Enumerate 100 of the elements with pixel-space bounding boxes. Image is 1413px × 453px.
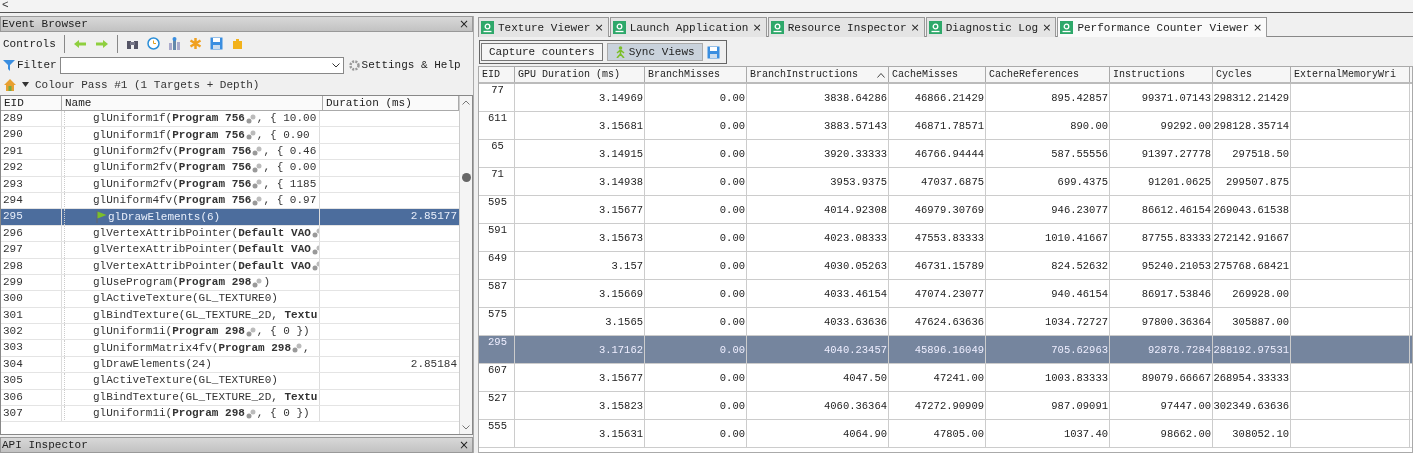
tab[interactable]: Texture Viewer × — [478, 17, 609, 37]
tab[interactable]: Performance Counter Viewer × — [1057, 17, 1268, 37]
column-header[interactable]: GPU Duration (ms) — [515, 67, 645, 82]
close-icon[interactable]: × — [910, 21, 920, 34]
event-row[interactable]: 295 glDrawElements(6) 2.85177 — [1, 209, 459, 226]
table-row[interactable]: 77 3.14969 0.00 3838.64286 46866.21429 895.42857 99371.07143 298312.21429 — [479, 84, 1412, 112]
event-row[interactable]: 293 glUniform2fv(Program 756 , { 1185 — [1, 176, 459, 193]
close-icon[interactable]: × — [1042, 21, 1052, 34]
table-cell: 587 — [488, 280, 507, 292]
event-row[interactable]: 301 glBindTexture(GL_TEXTURE_2D, Textu — [1, 307, 459, 325]
table-row[interactable]: 611 3.15681 0.00 3883.57143 46871.78571 890.00 99292.00 298128.35714 — [479, 112, 1412, 140]
event-name: glVertexAttribPointer(Default VAO — [93, 225, 311, 241]
clock-icon[interactable] — [146, 37, 160, 50]
table-row[interactable]: 595 3.15677 0.00 4014.92308 46979.30769 946.23077 86612.46154 269043.61538 — [479, 196, 1412, 224]
close-icon[interactable]: × — [752, 21, 762, 34]
event-id: 294 — [1, 192, 62, 209]
event-duration: 2.85184 — [410, 357, 457, 370]
table-cell: 47272.90909 — [914, 399, 984, 412]
event-row[interactable]: 305 glActiveTexture(GL_TEXTURE0) — [1, 373, 459, 390]
column-header[interactable]: CacheMisses — [889, 67, 986, 82]
link-icon[interactable] — [252, 162, 263, 173]
chevron-down-icon[interactable] — [331, 62, 343, 68]
table-cell: 0.00 — [719, 175, 745, 188]
event-row[interactable]: 297 glVertexAttribPointer(Default VAO — [1, 242, 459, 259]
table-row[interactable]: 587 3.15669 0.00 4033.46154 47074.23077 940.46154 86917.53846 269928.00 — [479, 280, 1412, 308]
column-header[interactable]: EID — [479, 67, 515, 82]
scroll-thumb[interactable] — [461, 173, 471, 182]
close-icon[interactable]: × — [594, 21, 604, 34]
column-header[interactable]: Name — [62, 96, 323, 110]
event-row[interactable]: 298 glVertexAttribPointer(Default VAO — [1, 258, 459, 275]
save-icon[interactable] — [209, 37, 223, 50]
event-row[interactable]: 299 glUseProgram(Program 298 ) — [1, 274, 459, 292]
table-cell: 1037.40 — [1063, 427, 1108, 440]
event-row[interactable]: 291 glUniform2fv(Program 756 , { 0.46 — [1, 143, 459, 161]
table-cell: 89079.66667 — [1141, 371, 1211, 384]
right-arrow-icon[interactable] — [94, 38, 109, 49]
tab[interactable]: Diagnostic Log × — [925, 17, 1057, 37]
column-header[interactable]: Instructions — [1110, 67, 1213, 82]
link-icon[interactable] — [245, 408, 256, 419]
link-icon[interactable] — [311, 261, 319, 272]
dropdown-caret-icon[interactable] — [22, 82, 29, 87]
event-row[interactable]: 302 glUniform1i(Program 298 , { 0 }) — [1, 324, 459, 341]
column-header[interactable]: BranchInstructions — [747, 67, 889, 82]
link-icon[interactable] — [245, 113, 256, 124]
capture-counters-button[interactable]: Capture counters — [481, 43, 603, 61]
link-icon[interactable] — [252, 146, 263, 157]
filter-field[interactable] — [59, 56, 344, 74]
link-icon[interactable] — [252, 277, 263, 288]
column-header[interactable]: BranchMisses — [645, 67, 747, 82]
event-row[interactable]: 296 glVertexAttribPointer(Default VAO — [1, 225, 459, 243]
tab[interactable]: Launch Application × — [609, 17, 767, 37]
column-header[interactable]: ExternalMemoryWri — [1291, 67, 1410, 82]
link-icon[interactable] — [311, 244, 319, 255]
event-id: 299 — [1, 274, 62, 291]
settings-icon[interactable] — [348, 59, 360, 71]
close-icon[interactable]: × — [458, 17, 469, 31]
close-icon[interactable]: × — [1253, 21, 1263, 34]
close-icon[interactable]: × — [458, 438, 469, 452]
back-arrow[interactable]: < — [2, 0, 9, 11]
link-icon[interactable] — [292, 343, 303, 354]
bar-chart-icon[interactable] — [167, 37, 181, 50]
event-row[interactable]: 289 glUniform1f(Program 756 , { 10.00 — [1, 111, 459, 128]
link-icon[interactable] — [245, 130, 256, 141]
event-id: 303 — [1, 340, 62, 356]
table-row[interactable]: 527 3.15823 0.00 4060.36364 47272.90909 987.09091 97447.00 302349.63636 — [479, 392, 1412, 420]
tab[interactable]: Resource Inspector × — [767, 17, 925, 37]
table-row[interactable]: 607 3.15677 0.00 4047.50 47241.00 1003.83333 89079.66667 268954.33333 — [479, 364, 1412, 392]
table-row[interactable]: 555 3.15631 0.00 4064.90 47805.00 1037.40 98662.00 308052.10 — [479, 420, 1412, 448]
table-cell: 946.23077 — [1051, 203, 1108, 216]
left-arrow-icon[interactable] — [72, 38, 87, 49]
table-row[interactable]: 65 3.14915 0.00 3920.33333 46766.94444 587.55556 91397.27778 297518.50 — [479, 140, 1412, 168]
table-cell: 3.15677 — [598, 203, 643, 216]
sync-views-toggle[interactable]: Sync Views — [606, 43, 703, 61]
column-header[interactable]: EID — [1, 96, 62, 110]
link-icon[interactable] — [245, 326, 256, 337]
event-row[interactable]: 300 glActiveTexture(GL_TEXTURE0) — [1, 291, 459, 308]
settings-link[interactable]: Settings & Help — [361, 59, 461, 71]
home-icon[interactable] — [4, 78, 16, 91]
table-row[interactable]: 591 3.15673 0.00 4023.08333 47553.83333 1010.41667 87755.83333 272142.91667 — [479, 224, 1412, 252]
save-icon[interactable] — [706, 45, 720, 59]
scroll-up-icon[interactable] — [462, 100, 470, 105]
table-row[interactable]: 649 3.157 0.00 4030.05263 46731.15789 824.52632 95240.21053 275768.68421 — [479, 252, 1412, 280]
event-row[interactable]: 306 glBindTexture(GL_TEXTURE_2D, Textu — [1, 389, 459, 407]
event-row[interactable]: 290 glUniform1f(Program 756 , { 0.90 — [1, 127, 459, 144]
link-icon[interactable] — [252, 195, 263, 206]
scrollbar[interactable] — [459, 96, 472, 434]
table-row[interactable]: 71 3.14938 0.00 3953.9375 47037.6875 699.4375 91201.0625 299507.875 — [479, 168, 1412, 196]
column-header[interactable]: CacheReferences — [986, 67, 1110, 82]
event-row[interactable]: 303 glUniformMatrix4fv(Program 298 , — [1, 340, 459, 357]
link-icon[interactable] — [252, 179, 263, 190]
link-icon[interactable] — [311, 228, 319, 239]
asterisk-icon[interactable] — [188, 37, 202, 50]
controls-label: Controls — [3, 37, 56, 50]
breadcrumb-link[interactable]: Colour Pass #1 (1 Targets + Depth) — [35, 78, 260, 91]
event-row[interactable]: 304 glDrawElements(24) 2.85184 — [1, 356, 459, 374]
event-row[interactable]: 307 glUniform1i(Program 298 , { 0 }) — [1, 406, 459, 423]
event-row[interactable]: 292 glUniform2fv(Program 756 , { 0.00 — [1, 160, 459, 177]
table-cell: 0.00 — [719, 119, 745, 132]
scroll-down-icon[interactable] — [462, 425, 470, 430]
column-header[interactable]: Cycles — [1213, 67, 1291, 82]
